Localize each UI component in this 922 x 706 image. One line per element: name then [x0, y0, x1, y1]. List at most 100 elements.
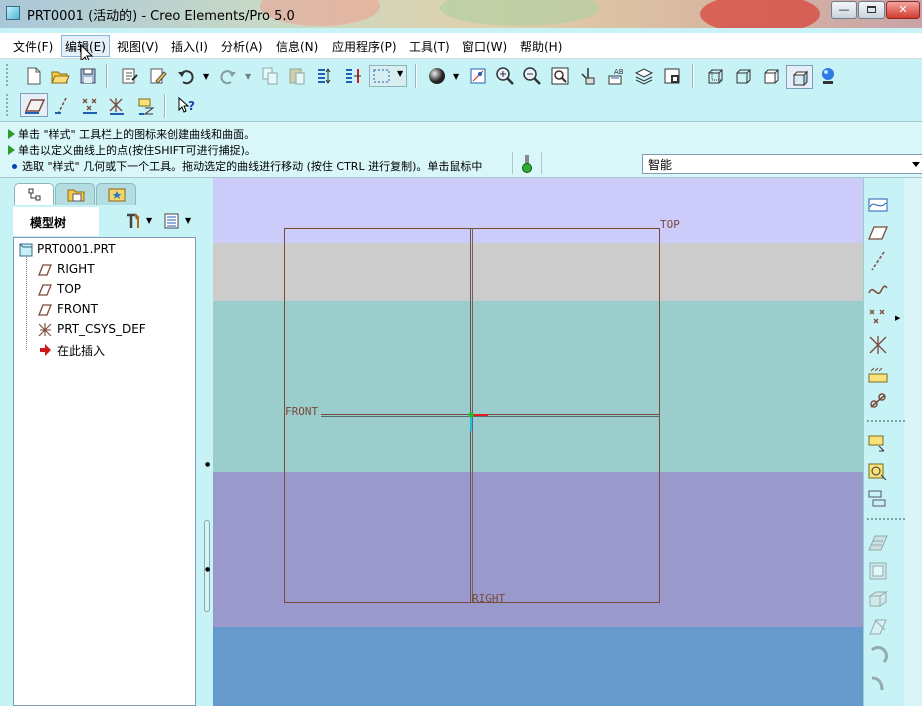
datum-point-display-icon[interactable]: [80, 96, 100, 116]
surface-merge-icon[interactable]: [867, 588, 889, 610]
drop-curve-icon[interactable]: [867, 432, 889, 454]
menu-analysis[interactable]: 分析(A): [221, 38, 263, 55]
menu-info[interactable]: 信息(N): [276, 38, 318, 55]
tab-favorites[interactable]: [96, 183, 136, 205]
chevron-down-icon: ▼: [397, 69, 404, 78]
menu-applications[interactable]: 应用程序(P): [332, 38, 397, 55]
zoom-out-icon[interactable]: [522, 66, 542, 86]
svg-text:AB: AB: [614, 68, 624, 76]
shading-dropdown-icon[interactable]: ▼: [453, 72, 459, 81]
copy-icon[interactable]: [260, 66, 280, 86]
curve-edit-icon[interactable]: [867, 616, 889, 638]
appearance-icon[interactable]: [818, 66, 838, 86]
style-curve-icon[interactable]: [867, 194, 889, 216]
message-line-1: 单击 "样式" 工具栏上的图标来创建曲线和曲面。: [8, 126, 255, 142]
menu-help[interactable]: 帮助(H): [520, 38, 562, 55]
shading-icon[interactable]: [427, 66, 447, 86]
settings-tools-icon[interactable]: [124, 212, 144, 230]
annotation-display-icon[interactable]: [136, 96, 156, 116]
new-icon[interactable]: [24, 66, 44, 86]
redo-dropdown-icon[interactable]: ▼: [245, 72, 251, 81]
regenerate-icon[interactable]: [120, 66, 140, 86]
window-title: PRT0001 (活动的) - Creo Elements/Pro 5.0: [27, 9, 295, 24]
settings-dropdown-icon[interactable]: ▼: [146, 216, 152, 225]
maximize-button[interactable]: [858, 1, 885, 19]
part-icon: [19, 243, 33, 257]
paste-special-icon[interactable]: [315, 66, 335, 86]
open-icon[interactable]: [50, 66, 70, 86]
datum-points-icon[interactable]: [867, 306, 889, 328]
minimize-button[interactable]: —: [831, 1, 857, 19]
navigator-splitter[interactable]: ● ●: [196, 178, 213, 706]
message-line-3: 选取 "样式" 几何或下一个工具。拖动选定的曲线进行移动 (按住 CTRL 进行…: [12, 158, 482, 174]
menu-window[interactable]: 窗口(W): [462, 38, 507, 55]
selection-filter-select[interactable]: 智能: [642, 154, 922, 174]
menu-bar: 文件(F) 编辑(E) 视图(V) 插入(I) 分析(A) 信息(N) 应用程序…: [0, 33, 922, 59]
datum-plane-icon: [38, 284, 52, 296]
splitter-dot-icon: ●: [205, 461, 211, 468]
sweep-icon[interactable]: [867, 672, 889, 694]
menu-view[interactable]: 视图(V): [117, 38, 159, 55]
show-columns-icon[interactable]: [163, 212, 181, 230]
show-dropdown-icon[interactable]: ▼: [185, 216, 191, 225]
boundary-surface-icon[interactable]: [867, 532, 889, 554]
hidden-line-icon[interactable]: [733, 66, 753, 86]
undo-icon[interactable]: [176, 66, 196, 86]
wireframe-icon[interactable]: [705, 66, 725, 86]
datum-plane-display-icon: [24, 99, 46, 114]
chevron-down-icon: [912, 162, 920, 167]
datum-points-dropdown-icon[interactable]: ▶: [895, 314, 900, 322]
saved-views-icon[interactable]: [662, 66, 682, 86]
whats-this-icon[interactable]: ?: [177, 96, 197, 116]
layers-icon[interactable]: [634, 66, 654, 86]
offset-curve-icon[interactable]: [867, 488, 889, 510]
maximize-icon: [867, 6, 876, 13]
style-line-icon[interactable]: [867, 250, 889, 272]
bullet-icon: [12, 164, 17, 169]
model-tree-tab-icon: [28, 188, 41, 201]
menu-insert[interactable]: 插入(I): [171, 38, 208, 55]
csys-icon: [38, 323, 52, 337]
selection-filter-button[interactable]: ▼: [369, 65, 407, 87]
menu-file[interactable]: 文件(F): [13, 38, 53, 55]
refit-icon[interactable]: [550, 66, 570, 86]
close-button[interactable]: ✕: [886, 1, 920, 19]
csys-origin-marker: [468, 412, 488, 431]
model-view[interactable]: TOP FRONT RIGHT: [213, 178, 863, 706]
curve-on-surface-icon[interactable]: [867, 362, 889, 384]
title-bar: PRT0001 (活动的) - Creo Elements/Pro 5.0 — …: [0, 0, 922, 28]
tab-model-tree[interactable]: [14, 183, 54, 205]
undo-dropdown-icon[interactable]: ▼: [203, 72, 209, 81]
csys-display-icon[interactable]: [107, 96, 127, 116]
reorient-icon[interactable]: AB: [606, 66, 626, 86]
style-plane-icon[interactable]: [867, 222, 889, 244]
datum-axis-display-icon[interactable]: [52, 96, 72, 116]
datum-plane-display-button[interactable]: [20, 93, 48, 117]
favorites-tab-icon: [108, 188, 126, 202]
mirror-icon[interactable]: [343, 66, 363, 86]
paste-icon[interactable]: [287, 66, 307, 86]
link-icon[interactable]: [867, 390, 889, 412]
surface-trim-icon[interactable]: [867, 560, 889, 582]
orient-icon[interactable]: [578, 66, 598, 86]
datum-plane-icon: [38, 264, 52, 276]
free-curve-icon[interactable]: [867, 278, 889, 300]
tab-folder-browser[interactable]: [55, 183, 95, 205]
intersect-curve-icon[interactable]: [867, 460, 889, 482]
toolbar: ▼ ▼ ▼ ▼ AB ?: [0, 60, 922, 122]
edit-definition-icon[interactable]: [148, 66, 168, 86]
select-box-icon: [373, 69, 390, 83]
menu-tools[interactable]: 工具(T): [409, 38, 450, 55]
csys-style-icon[interactable]: [867, 334, 889, 356]
rotate-icon[interactable]: [867, 644, 889, 666]
datum-label-front: FRONT: [285, 405, 318, 418]
style-toolbar: ▶: [863, 178, 922, 706]
shaded-button[interactable]: [786, 65, 813, 89]
view-manager-icon[interactable]: [468, 66, 488, 86]
app-icon: [6, 6, 20, 20]
no-hidden-icon[interactable]: [761, 66, 781, 86]
graphics-window[interactable]: TOP FRONT RIGHT: [213, 178, 863, 706]
zoom-in-icon[interactable]: [495, 66, 515, 86]
save-icon[interactable]: [78, 66, 98, 86]
redo-icon[interactable]: [218, 66, 238, 86]
